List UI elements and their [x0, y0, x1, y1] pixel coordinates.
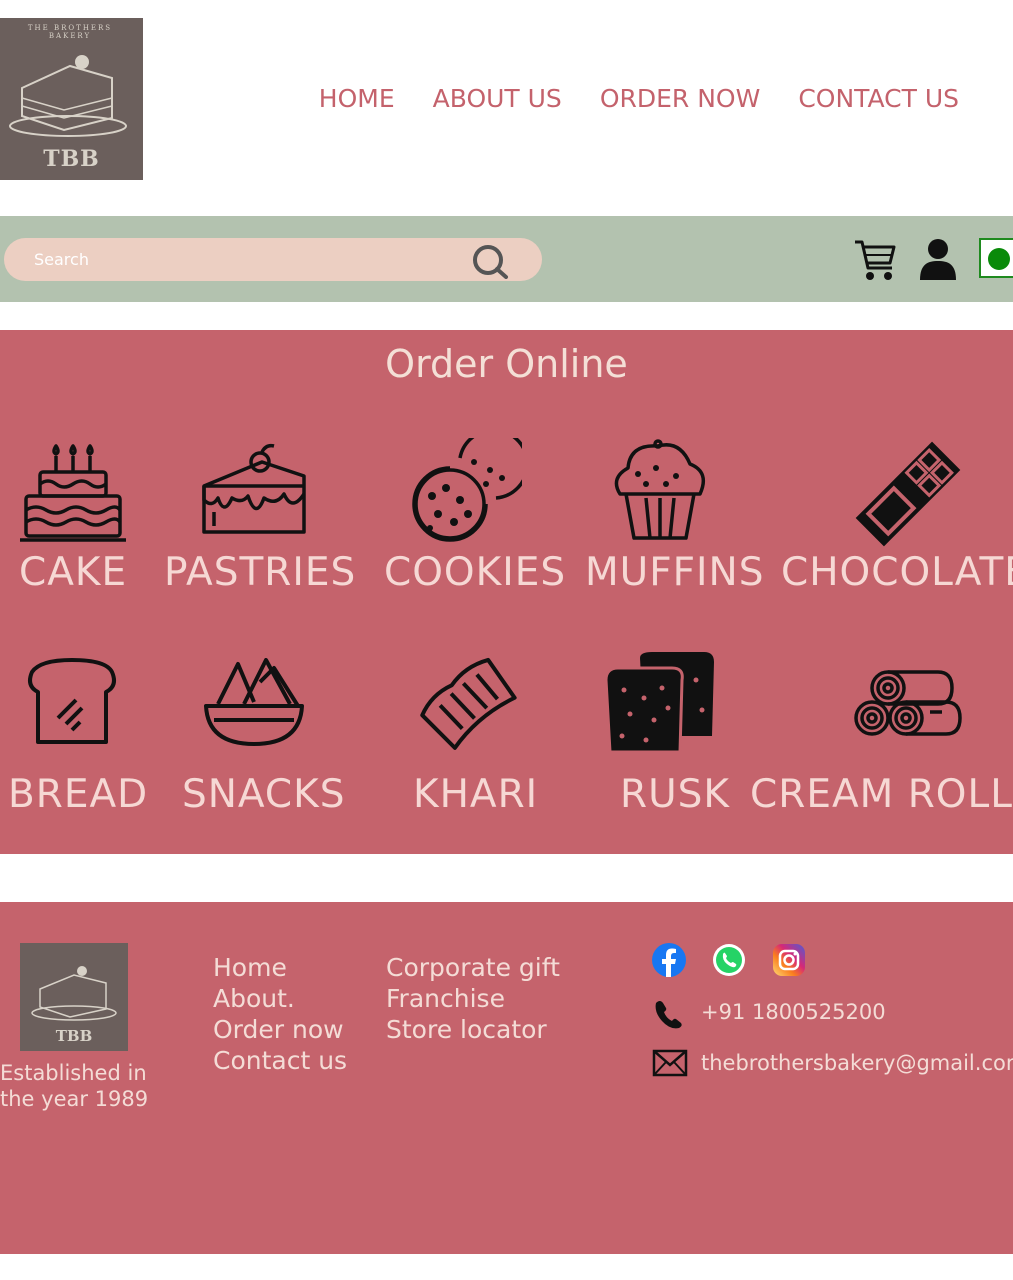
- nav-order-now[interactable]: ORDER NOW: [600, 84, 761, 113]
- footer-link-store-locator[interactable]: Store locator: [386, 1014, 560, 1045]
- phone-number[interactable]: +91 1800525200: [701, 1000, 886, 1024]
- footer-logo[interactable]: TBB: [20, 943, 128, 1051]
- logo-text: TBB: [43, 146, 100, 172]
- pastry-icon[interactable]: [200, 442, 310, 538]
- footer-link-contact-us[interactable]: Contact us: [213, 1045, 347, 1076]
- search-icon[interactable]: [466, 243, 510, 279]
- main-nav: HOME ABOUT US ORDER NOW CONTACT US: [319, 84, 959, 113]
- footer: TBB Established in the year 1989 Home Ab…: [0, 902, 1013, 1254]
- order-title: Order Online: [385, 342, 628, 386]
- search-placeholder: Search: [34, 250, 89, 269]
- footer-links-col2: Corporate gift Franchise Store locator: [386, 952, 560, 1045]
- category-cream-rolls[interactable]: CREAM ROLLS: [750, 772, 1013, 817]
- toggle-dot: [988, 248, 1010, 270]
- footer-cake-illustration: [31, 966, 117, 1021]
- footer-logo-text: TBB: [55, 1027, 93, 1045]
- search-input[interactable]: Search: [4, 238, 542, 281]
- khari-icon[interactable]: [414, 650, 518, 754]
- rusk-icon[interactable]: [604, 650, 716, 754]
- muffin-icon[interactable]: [610, 438, 710, 542]
- category-rusk[interactable]: RUSK: [620, 772, 730, 817]
- nav-home[interactable]: HOME: [319, 84, 395, 113]
- cake-icon[interactable]: [18, 442, 128, 546]
- facebook-icon[interactable]: [652, 943, 686, 977]
- theme-toggle[interactable]: [979, 238, 1013, 278]
- footer-link-home[interactable]: Home: [213, 952, 347, 983]
- instagram-icon[interactable]: [772, 943, 806, 977]
- footer-link-corporate-gift[interactable]: Corporate gift: [386, 952, 560, 983]
- logo-arc-text: THE BROTHERS BAKERY: [27, 24, 113, 40]
- category-chocolate[interactable]: CHOCOLATE: [781, 550, 1013, 595]
- category-snacks[interactable]: SNACKS: [182, 772, 346, 817]
- footer-link-about[interactable]: About.: [213, 983, 347, 1014]
- category-pastries[interactable]: PASTRIES: [164, 550, 356, 595]
- order-online-section: Order Online CAKE PASTRIES COOKIES MUFFI…: [0, 330, 1013, 854]
- cookies-icon[interactable]: [410, 438, 522, 542]
- mail-icon: [652, 1049, 688, 1077]
- category-cake[interactable]: CAKE: [19, 550, 127, 595]
- footer-link-order-now[interactable]: Order now: [213, 1014, 347, 1045]
- brand-logo[interactable]: THE BROTHERS BAKERY TBB: [0, 18, 143, 180]
- category-khari[interactable]: KHARI: [413, 772, 538, 817]
- chocolate-icon[interactable]: [852, 438, 964, 550]
- user-icon[interactable]: [918, 238, 958, 280]
- established-line-2: the year 1989: [0, 1087, 149, 1111]
- footer-links-col1: Home About. Order now Contact us: [213, 952, 347, 1076]
- nav-contact-us[interactable]: CONTACT US: [798, 84, 959, 113]
- established-text: Established in the year 1989: [0, 1060, 148, 1112]
- established-line-1: Established in: [0, 1061, 147, 1085]
- phone-icon: [655, 1001, 682, 1029]
- bread-icon[interactable]: [26, 658, 118, 746]
- whatsapp-icon[interactable]: [712, 943, 746, 977]
- category-cookies[interactable]: COOKIES: [384, 550, 566, 595]
- cart-icon[interactable]: [852, 236, 898, 282]
- toolbar: Search: [0, 216, 1013, 302]
- footer-link-franchise[interactable]: Franchise: [386, 983, 560, 1014]
- nav-about-us[interactable]: ABOUT US: [433, 84, 562, 113]
- email-address[interactable]: thebrothersbakery@gmail.com: [701, 1051, 1013, 1075]
- category-muffins[interactable]: MUFFINS: [585, 550, 765, 595]
- cream-rolls-icon[interactable]: [852, 666, 964, 738]
- snacks-icon[interactable]: [204, 658, 304, 746]
- category-bread[interactable]: BREAD: [8, 772, 148, 817]
